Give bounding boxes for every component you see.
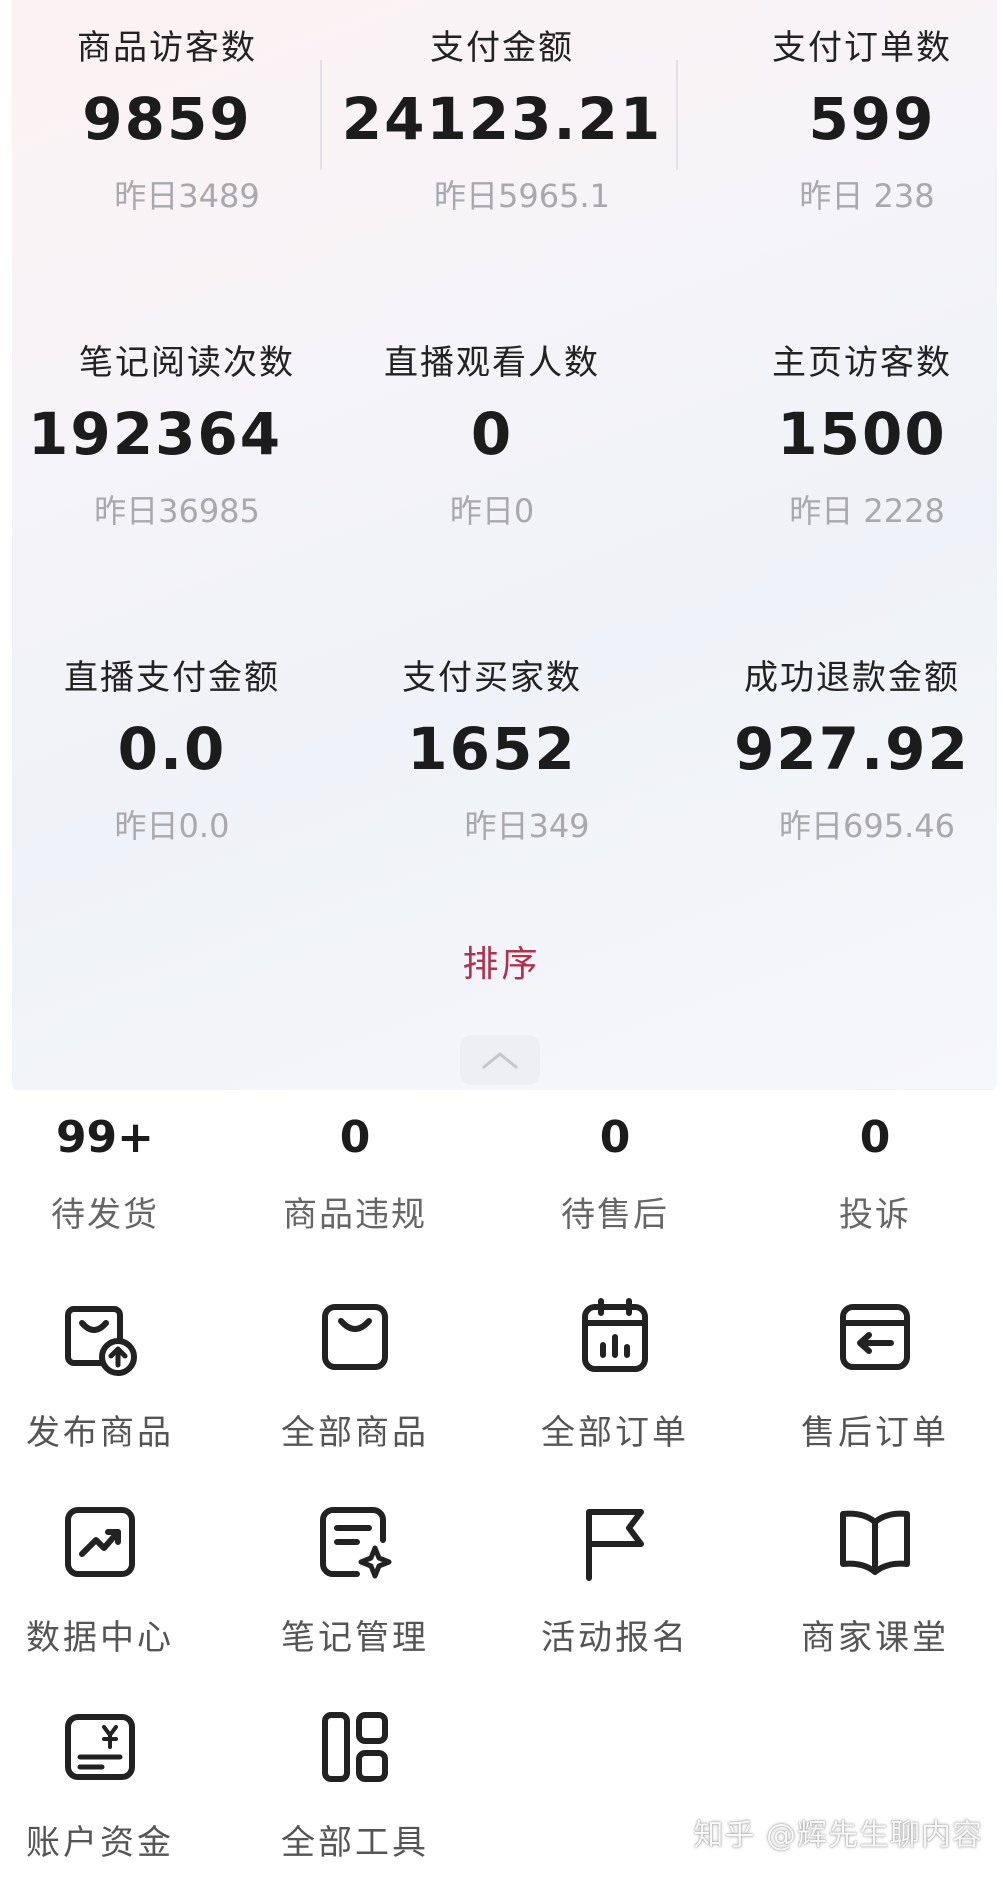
stat-label: 笔记阅读次数 (79, 343, 295, 383)
tool-account-funds[interactable]: 账户资金 (0, 1705, 225, 1864)
tool-note-management[interactable]: 笔记管理 (230, 1500, 480, 1659)
tool-event-signup[interactable]: 活动报名 (490, 1500, 740, 1659)
stat-value: 599 (808, 85, 936, 153)
todo-label: 商品违规 (283, 1195, 427, 1235)
shopping-bag-icon (322, 1304, 388, 1370)
stat-value: 0.0 (117, 715, 227, 783)
todo-label: 投诉 (839, 1195, 911, 1235)
stat-live-viewers[interactable]: 直播观看人数 0 昨日0 (335, 335, 669, 532)
tool-label: 发布商品 (26, 1413, 174, 1453)
tool-label: 全部订单 (541, 1413, 689, 1453)
flag-icon (586, 1509, 644, 1581)
tool-merchant-class[interactable]: 商家课堂 (750, 1500, 1000, 1659)
todo-pending-shipment[interactable]: 99+ 待发货 (0, 1112, 230, 1236)
tool-label: 数据中心 (26, 1618, 174, 1658)
stat-label: 支付订单数 (772, 28, 952, 68)
stat-yesterday: 昨日36985 (94, 492, 260, 530)
todo-count: 0 (599, 1112, 631, 1163)
collapse-button[interactable] (460, 1035, 540, 1085)
tool-label: 账户资金 (26, 1823, 174, 1863)
stat-yesterday: 昨日0 (449, 492, 535, 530)
note-edit-icon (320, 1507, 392, 1579)
tool-label: 商家课堂 (801, 1618, 949, 1658)
todo-count: 99+ (55, 1112, 155, 1163)
publish-product-icon (65, 1306, 137, 1376)
todo-row: 99+ 待发货 0 商品违规 0 待售后 0 投诉 (0, 1112, 1003, 1252)
stat-value: 927.92 (734, 715, 970, 783)
todo-pending-aftersale[interactable]: 0 待售后 (490, 1112, 740, 1236)
trend-chart-icon (65, 1507, 135, 1577)
todo-complaints[interactable]: 0 投诉 (750, 1112, 1000, 1236)
stat-label: 主页访客数 (772, 343, 952, 383)
wallet-yen-icon (65, 1714, 135, 1780)
sort-label: 排序 (462, 944, 541, 985)
stat-value: 1652 (407, 715, 577, 783)
book-icon (840, 1510, 910, 1575)
tool-publish-product[interactable]: 发布商品 (0, 1295, 225, 1454)
tool-all-products[interactable]: 全部商品 (230, 1295, 480, 1454)
stat-refund-amount[interactable]: 成功退款金额 927.92 昨日695.46 (680, 650, 1003, 847)
tool-label: 全部工具 (281, 1823, 429, 1863)
stat-yesterday: 昨日349 (464, 807, 590, 845)
stat-value: 192364 (28, 400, 283, 468)
sort-button[interactable]: 排序 (0, 935, 1003, 987)
stat-live-payment-amount[interactable]: 直播支付金额 0.0 昨日0.0 (0, 650, 334, 847)
stat-value: 1500 (777, 400, 947, 468)
stat-yesterday: 昨日 2228 (789, 492, 945, 530)
stat-paying-buyers[interactable]: 支付买家数 1652 昨日349 (335, 650, 669, 847)
tool-label: 活动报名 (541, 1618, 689, 1658)
return-order-icon (840, 1304, 910, 1370)
stat-value: 0 (470, 400, 514, 468)
stat-yesterday: 昨日5965.1 (434, 177, 610, 215)
tool-all-orders[interactable]: 全部订单 (490, 1295, 740, 1454)
stat-label: 成功退款金额 (744, 658, 960, 698)
stat-value: 24123.21 (341, 85, 663, 153)
stat-label: 直播观看人数 (384, 343, 600, 383)
stat-yesterday: 昨日0.0 (114, 807, 230, 845)
calendar-chart-icon (582, 1298, 648, 1372)
tool-aftersale-orders[interactable]: 售后订单 (750, 1295, 1000, 1454)
stat-label: 支付买家数 (402, 658, 582, 698)
stat-label: 商品访客数 (77, 28, 257, 68)
todo-label: 待售后 (561, 1195, 669, 1235)
tool-label: 笔记管理 (281, 1618, 429, 1658)
stat-homepage-visitors[interactable]: 主页访客数 1500 昨日 2228 (690, 335, 1003, 532)
stat-value: 9859 (82, 85, 252, 153)
stat-payment-orders[interactable]: 支付订单数 599 昨日 238 (690, 20, 1003, 217)
watermark: 知乎 @辉先生聊内容 (693, 1818, 983, 1853)
stat-yesterday: 昨日695.46 (779, 807, 955, 845)
stat-payment-amount[interactable]: 支付金额 24123.21 昨日5965.1 (335, 20, 669, 217)
stats-divider (676, 60, 678, 170)
tool-label: 售后订单 (801, 1413, 949, 1453)
stat-note-reads[interactable]: 笔记阅读次数 192364 昨日36985 (0, 335, 334, 532)
grid-tools-icon (322, 1712, 388, 1782)
todo-product-violations[interactable]: 0 商品违规 (230, 1112, 480, 1236)
stat-yesterday: 昨日3489 (114, 177, 260, 215)
todo-count: 0 (859, 1112, 891, 1163)
tool-all-tools[interactable]: 全部工具 (230, 1705, 480, 1864)
stat-label: 支付金额 (430, 28, 574, 68)
chevron-up-icon (482, 1052, 518, 1069)
todo-label: 待发货 (51, 1195, 159, 1235)
tool-label: 全部商品 (281, 1413, 429, 1453)
stat-yesterday: 昨日 238 (799, 177, 935, 215)
stat-product-visitors[interactable]: 商品访客数 9859 昨日3489 (0, 20, 334, 217)
stat-label: 直播支付金额 (64, 658, 280, 698)
tool-data-center[interactable]: 数据中心 (0, 1500, 225, 1659)
todo-count: 0 (339, 1112, 371, 1163)
